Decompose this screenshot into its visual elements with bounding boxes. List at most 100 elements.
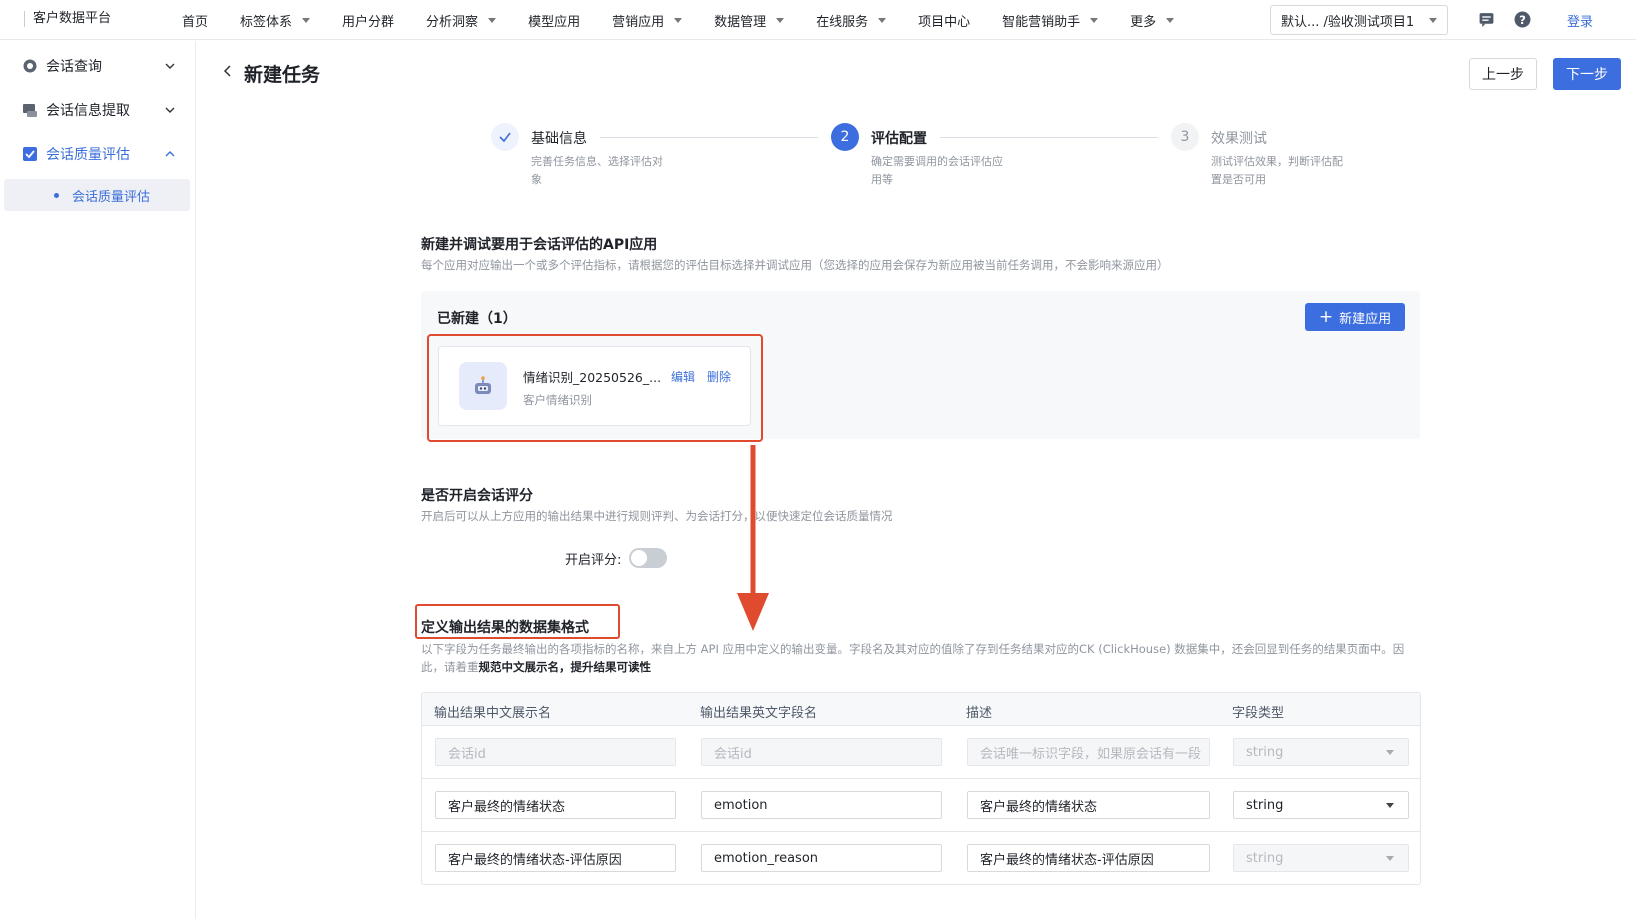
step-1-done-circle xyxy=(491,123,519,151)
annotation-arrow-icon xyxy=(737,445,769,631)
login-link[interactable]: 登录 xyxy=(1567,11,1593,30)
toggle-knob xyxy=(631,550,647,566)
nav-item-label: 智能营销助手 xyxy=(1002,14,1081,30)
nav-item-label: 营销应用 xyxy=(612,14,665,30)
new-app-button-label: 新建应用 xyxy=(1339,311,1392,327)
step-1-title: 基础信息 xyxy=(531,131,587,147)
nav-item[interactable]: 营销应用 xyxy=(612,11,683,30)
chevron-down-icon xyxy=(1386,750,1394,755)
score-switch-label: 开启评分: xyxy=(565,553,622,568)
chevron-down-icon xyxy=(1386,803,1394,808)
chevron-down-icon xyxy=(1429,17,1437,23)
table-row: 客户最终的情绪状态-评估原因 emotion_reason 客户最终的情绪状态-… xyxy=(422,832,1420,885)
highlight-box-app-card xyxy=(427,334,763,442)
section-app-title: 新建并调试要用于会话评估的API应用 xyxy=(421,237,658,253)
step-1-desc: 完善任务信息、选择评估对象 xyxy=(531,155,663,186)
description-input[interactable]: 客户最终的情绪状态 xyxy=(967,791,1210,819)
chat-bubble-icon xyxy=(23,59,37,73)
highlight-box-output-title xyxy=(415,604,620,639)
cn-name-input[interactable]: 客户最终的情绪状态 xyxy=(435,791,676,819)
field-type-value: string xyxy=(1246,797,1284,813)
sidebar-item-info-extract[interactable]: 会话信息提取 xyxy=(0,90,196,130)
chevron-down-icon xyxy=(165,63,175,69)
step-3-circle: 3 xyxy=(1171,123,1199,151)
nav-item-label: 项目中心 xyxy=(918,14,971,30)
nav-item-label: 更多 xyxy=(1130,14,1157,30)
cn-name-input[interactable]: 客户最终的情绪状态-评估原因 xyxy=(435,844,676,872)
chevron-down-icon xyxy=(776,17,785,23)
chevron-down-icon xyxy=(878,17,887,23)
sidebar-subitem-label: 会话质量评估 xyxy=(72,189,151,205)
score-toggle-switch[interactable] xyxy=(629,548,667,568)
step-2-circle: 2 xyxy=(831,123,859,151)
table-row: 客户最终的情绪状态 emotion 客户最终的情绪状态 string xyxy=(422,779,1420,832)
nav-item[interactable]: 数据管理 xyxy=(714,11,785,30)
en-name-input[interactable]: emotion_reason xyxy=(701,844,942,872)
back-chevron-icon[interactable] xyxy=(222,64,234,78)
section-score-desc: 开启后可以从上方应用的输出结果中进行规则评判、为会话打分，以便快速定位会话质量情… xyxy=(421,509,893,523)
prev-step-button[interactable]: 上一步 xyxy=(1469,58,1537,90)
description-input[interactable]: 客户最终的情绪状态-评估原因 xyxy=(967,844,1210,872)
step-3-title: 效果测试 xyxy=(1211,131,1267,147)
field-type-select: string xyxy=(1233,844,1409,872)
project-select-value: 默认... /验收测试项目1 xyxy=(1281,14,1415,30)
bullet-icon xyxy=(54,193,59,198)
en-name-input[interactable]: emotion xyxy=(701,791,942,819)
nav-item[interactable]: 用户分群 xyxy=(342,11,394,30)
sidebar-subitem-quality-eval[interactable]: 会话质量评估 xyxy=(4,179,190,211)
nav-item-label: 标签体系 xyxy=(240,14,293,30)
field-type-select: string xyxy=(1233,738,1409,766)
en-name-input: 会话id xyxy=(701,738,942,766)
sidebar-item-quality-eval[interactable]: 会话质量评估 xyxy=(0,134,196,174)
created-count-label: 已新建（1） xyxy=(437,311,517,327)
section-score-title: 是否开启会话评分 xyxy=(421,488,533,504)
project-select[interactable]: 默认... /验收测试项目1 xyxy=(1270,5,1448,35)
page-title: 新建任务 xyxy=(244,64,321,86)
step-2-desc: 确定需要调用的会话评估应用等 xyxy=(871,155,1003,186)
main-nav: 首页 标签体系 用户分群 分析洞察 模型应用 营销应用 数据管理 在线服务 项目中心 智能营销助手… xyxy=(182,0,1206,40)
checkbox-icon xyxy=(23,147,37,161)
brand-title[interactable]: 客户数据平台 xyxy=(24,11,111,27)
nav-item-label: 数据管理 xyxy=(714,14,767,30)
output-fields-table: 输出结果中文展示名 输出结果英文字段名 描述 字段类型 会话id 会话id 会话… xyxy=(421,692,1421,885)
nav-item[interactable]: 更多 xyxy=(1130,11,1175,30)
sidebar-item-label: 会话查询 xyxy=(46,59,102,75)
nav-item[interactable]: 在线服务 xyxy=(816,11,887,30)
step-3-desc: 测试评估效果，判断评估配置是否可用 xyxy=(1211,155,1343,186)
nav-item-label: 用户分群 xyxy=(342,14,395,30)
extract-icon xyxy=(23,104,37,117)
nav-item-label: 在线服务 xyxy=(816,14,869,30)
field-type-select[interactable]: string xyxy=(1233,791,1409,819)
nav-item[interactable]: 首页 xyxy=(182,11,208,30)
sidebar-item-label: 会话质量评估 xyxy=(46,147,130,163)
nav-item-label: 分析洞察 xyxy=(426,14,479,30)
section-app-desc: 每个应用对应输出一个或多个评估指标，请根据您的评估目标选择并调试应用（您选择的应… xyxy=(421,258,1169,272)
nav-item[interactable]: 项目中心 xyxy=(918,11,970,30)
field-type-value: string xyxy=(1246,850,1284,866)
nav-item[interactable]: 智能营销助手 xyxy=(1002,11,1099,30)
top-nav-bar: 客户数据平台 首页 标签体系 用户分群 分析洞察 模型应用 营销应用 数据管理 在线服务 项目中… xyxy=(0,0,1636,40)
chevron-down-icon xyxy=(1090,17,1099,23)
new-app-button[interactable]: + 新建应用 xyxy=(1305,303,1405,331)
section-output-desc-emphasis: 规范中文展示名，提升结果可读性 xyxy=(478,660,652,674)
column-header: 输出结果中文展示名 xyxy=(434,706,552,721)
nav-item[interactable]: 分析洞察 xyxy=(426,11,497,30)
chevron-up-icon xyxy=(165,151,175,157)
column-header: 字段类型 xyxy=(1232,706,1285,721)
nav-item[interactable]: 标签体系 xyxy=(240,11,311,30)
field-type-value: string xyxy=(1246,744,1284,760)
check-icon xyxy=(499,132,511,143)
sidebar: 会话查询 会话信息提取 会话质量评估 会话质量评估 xyxy=(0,41,196,919)
cn-name-input: 会话id xyxy=(435,738,676,766)
step-connector xyxy=(940,137,1158,138)
next-step-button[interactable]: 下一步 xyxy=(1553,58,1621,90)
description-input: 会话唯一标识字段，如果原会话有一段 xyxy=(967,738,1210,766)
nav-item[interactable]: 模型应用 xyxy=(528,11,580,30)
chevron-down-icon xyxy=(488,17,497,23)
help-icon[interactable]: ? xyxy=(1514,11,1531,28)
sidebar-item-label: 会话信息提取 xyxy=(46,103,130,119)
chevron-down-icon xyxy=(674,17,683,23)
message-icon[interactable] xyxy=(1478,11,1495,28)
sidebar-item-session-query[interactable]: 会话查询 xyxy=(0,46,196,86)
nav-item-label: 首页 xyxy=(182,14,209,30)
